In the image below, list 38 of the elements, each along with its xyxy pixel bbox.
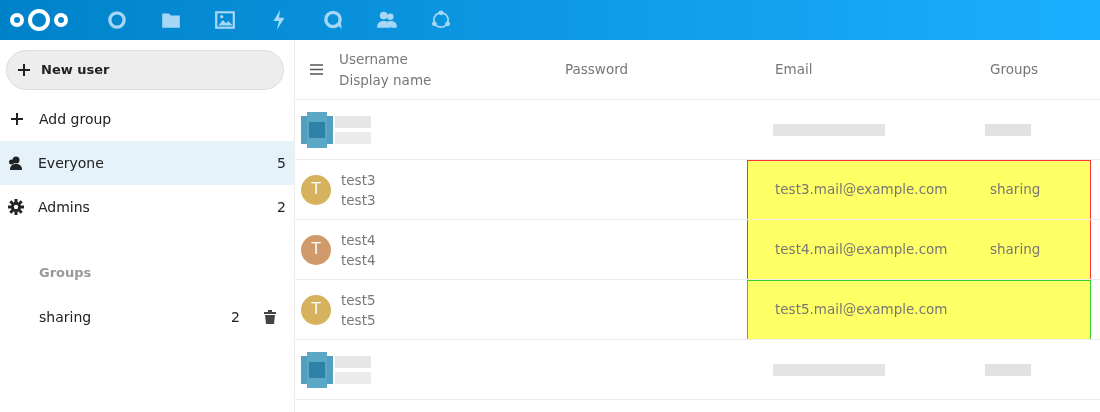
new-user-button[interactable]: New user (6, 50, 284, 90)
column-header[interactable]: Groups (990, 61, 1039, 78)
group-item[interactable]: Everyone 5 (0, 141, 294, 185)
display-name: test5 (341, 310, 376, 330)
email-text: test4.mail@example.com (775, 241, 948, 258)
column-header[interactable]: Username (339, 49, 432, 70)
column-header[interactable]: Email (775, 61, 813, 78)
email-text: test5.mail@example.com (775, 301, 948, 318)
gear-icon (8, 199, 24, 215)
member-count: 2 (231, 307, 240, 327)
circle-icon[interactable] (106, 9, 128, 31)
avatar: T (301, 174, 331, 205)
group-name[interactable]: sharing (39, 306, 232, 328)
avatar: T (301, 294, 331, 325)
circle-nodes-icon[interactable] (430, 9, 452, 31)
column-header[interactable]: Display name (339, 69, 432, 90)
chat-bubble-icon[interactable] (322, 9, 344, 31)
avatar: T (301, 234, 331, 265)
add-group-item[interactable]: Add group (0, 97, 294, 141)
people-icon[interactable] (376, 9, 398, 31)
display-name: test4 (341, 250, 376, 270)
logo-icon[interactable] (8, 6, 70, 34)
plus-icon (10, 112, 24, 126)
trash-icon[interactable] (264, 310, 276, 324)
menu-icon[interactable] (310, 64, 323, 75)
group-text: sharing (990, 181, 1041, 198)
plus-icon (17, 63, 31, 77)
display-name: test3 (341, 190, 376, 210)
username: test3 (341, 170, 376, 190)
email-text: test3.mail@example.com (775, 181, 948, 198)
username: test4 (341, 230, 376, 250)
group-text: sharing (990, 241, 1041, 258)
group-item[interactable]: Admins 2 (0, 185, 294, 229)
column-header[interactable]: Password (565, 61, 629, 78)
section-heading: Groups (38, 264, 93, 283)
image-icon[interactable] (214, 9, 236, 31)
people-icon (8, 156, 24, 170)
username: test5 (341, 290, 376, 310)
